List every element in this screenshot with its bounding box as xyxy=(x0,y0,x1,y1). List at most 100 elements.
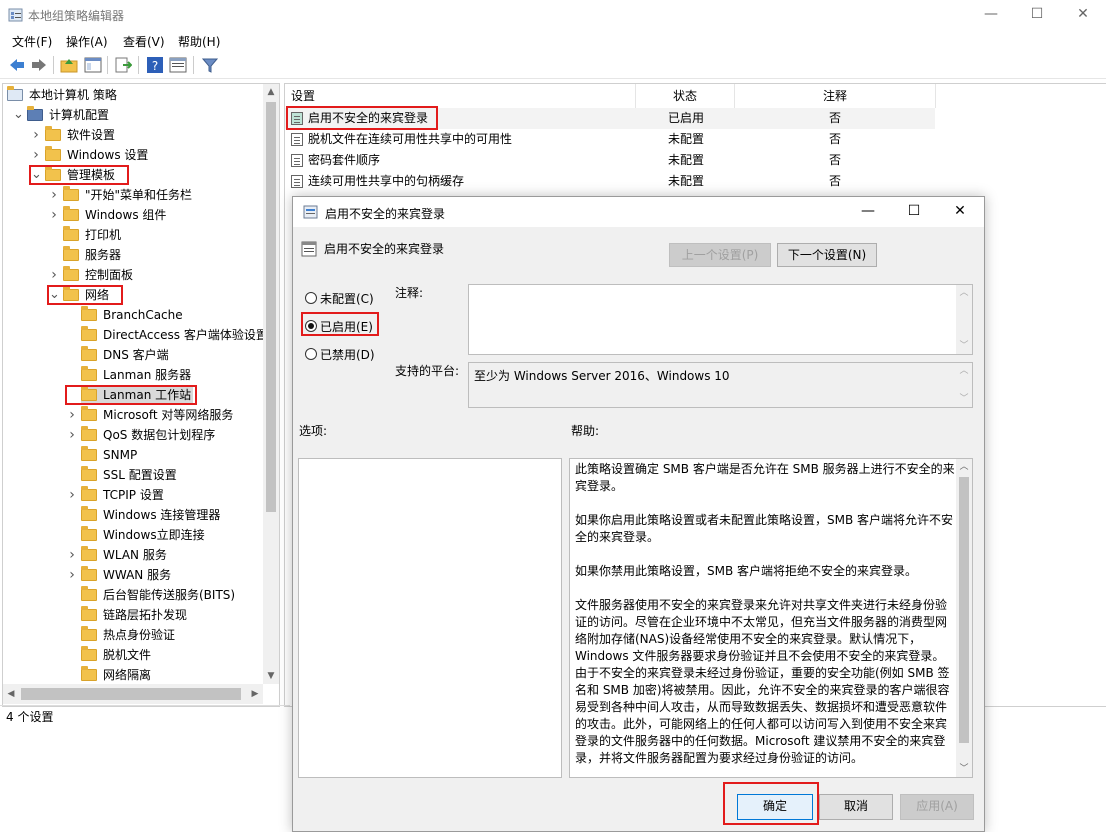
scroll-up-icon[interactable]: ▲ xyxy=(263,84,279,100)
tree-item[interactable]: › Microsoft 对等网络服务 xyxy=(3,405,261,425)
tree-item-label: 热点身份验证 xyxy=(103,628,176,642)
help-paragraph: 文件服务器使用不安全的来宾登录来允许对共享文件夹进行未经身份验证的访问。尽管在企… xyxy=(575,598,950,765)
back-arrow-icon[interactable] xyxy=(8,56,26,74)
tree-item[interactable]: Lanman 工作站 xyxy=(3,385,261,405)
collapsed-chevron-icon[interactable]: › xyxy=(67,425,77,445)
tree-horizontal-scrollbar[interactable]: ◀ ▶ xyxy=(3,684,263,704)
scroll-thumb[interactable] xyxy=(959,477,969,743)
next-setting-button[interactable]: 下一个设置(N) xyxy=(777,243,877,267)
forward-arrow-icon[interactable] xyxy=(30,56,48,74)
collapsed-chevron-icon[interactable]: › xyxy=(31,145,41,165)
radio-circle[interactable] xyxy=(305,348,317,360)
comment-scrollbar[interactable]: ︿ ﹀ xyxy=(956,285,972,354)
comment-textarea[interactable]: ︿ ﹀ xyxy=(468,284,973,355)
show-hide-tree-icon[interactable] xyxy=(84,56,102,74)
collapsed-chevron-icon[interactable]: › xyxy=(49,205,59,225)
tree-item[interactable]: 打印机 xyxy=(3,225,261,245)
filter-icon[interactable] xyxy=(201,56,219,74)
expanded-chevron-icon[interactable]: ⌄ xyxy=(13,105,24,125)
dialog-close-button[interactable]: ✕ xyxy=(937,197,983,227)
tree-item[interactable]: 热点身份验证 xyxy=(3,625,261,645)
tree-item[interactable]: › 控制面板 xyxy=(3,265,261,285)
scroll-up-icon[interactable]: ︿ xyxy=(956,459,972,475)
tree-item[interactable]: DNS 客户端 xyxy=(3,345,261,365)
column-header-state[interactable]: 状态 xyxy=(636,84,735,108)
up-folder-icon[interactable] xyxy=(60,56,78,74)
maximize-button[interactable]: ☐ xyxy=(1014,0,1060,30)
collapsed-chevron-icon[interactable]: › xyxy=(67,545,77,565)
tree-item[interactable]: SSL 配置设置 xyxy=(3,465,261,485)
tree-item[interactable]: 链路层拓扑发现 xyxy=(3,605,261,625)
export-list-icon[interactable] xyxy=(114,56,133,74)
dialog-minimize-button[interactable]: — xyxy=(845,197,891,227)
apply-button[interactable]: 应用(A) xyxy=(900,794,974,820)
close-button[interactable]: ✕ xyxy=(1060,0,1106,30)
tree-item[interactable]: › WLAN 服务 xyxy=(3,545,261,565)
dialog-maximize-button[interactable]: ☐ xyxy=(891,197,937,227)
scroll-down-icon[interactable]: ﹀ xyxy=(956,391,972,407)
tree-item[interactable]: › TCPIP 设置 xyxy=(3,485,261,505)
radio-disabled[interactable]: 已禁用(D) xyxy=(305,345,385,363)
collapsed-chevron-icon[interactable]: › xyxy=(49,265,59,285)
collapsed-chevron-icon[interactable]: › xyxy=(67,405,77,425)
radio-circle[interactable] xyxy=(305,292,317,304)
tree-item[interactable]: › WWAN 服务 xyxy=(3,565,261,585)
help-icon[interactable]: ? xyxy=(146,56,164,74)
list-item[interactable]: 启用不安全的来宾登录 已启用否 xyxy=(285,106,935,130)
tree-item[interactable]: › Windows 设置 xyxy=(3,145,261,165)
tree-item[interactable]: SNMP xyxy=(3,445,261,465)
scroll-down-icon[interactable]: ﹀ xyxy=(956,338,972,354)
scroll-up-icon[interactable]: ︿ xyxy=(956,285,972,301)
collapsed-chevron-icon[interactable]: › xyxy=(31,125,41,145)
prev-setting-button[interactable]: 上一个设置(P) xyxy=(669,243,771,267)
tree-item[interactable]: Windows立即连接 xyxy=(3,525,261,545)
menu-help[interactable]: 帮助(H) xyxy=(178,33,220,50)
column-header-comment[interactable]: 注释 xyxy=(735,84,936,108)
tree-item[interactable]: 后台智能传送服务(BITS) xyxy=(3,585,261,605)
scroll-up-icon[interactable]: ︿ xyxy=(956,363,972,379)
menu-file[interactable]: 文件(F) xyxy=(12,33,52,50)
tree-item[interactable]: 服务器 xyxy=(3,245,261,265)
setting-state: 未配置 xyxy=(668,153,705,167)
tree-item[interactable]: ⌄ 计算机配置 xyxy=(3,105,261,125)
tree-item[interactable]: BranchCache xyxy=(3,305,261,325)
collapsed-chevron-icon[interactable]: › xyxy=(67,485,77,505)
scroll-right-icon[interactable]: ▶ xyxy=(247,686,263,702)
scroll-down-icon[interactable]: ▼ xyxy=(263,668,279,684)
tree-item-label: DirectAccess 客户端体验设置 xyxy=(103,328,268,342)
radio-not-configured[interactable]: 未配置(C) xyxy=(305,289,385,307)
collapsed-chevron-icon[interactable]: › xyxy=(67,565,77,585)
scroll-left-icon[interactable]: ◀ xyxy=(3,686,19,702)
tree-item[interactable]: Windows 连接管理器 xyxy=(3,505,261,525)
tree-item[interactable]: › 软件设置 xyxy=(3,125,261,145)
scroll-thumb[interactable] xyxy=(266,102,276,512)
list-item[interactable]: 密码套件顺序 未配置 否 xyxy=(285,150,935,171)
scroll-down-icon[interactable]: ﹀ xyxy=(956,761,972,777)
tree-item[interactable]: 本地计算机 策略 xyxy=(3,85,261,105)
scroll-thumb[interactable] xyxy=(21,688,241,700)
column-header-setting[interactable]: 设置 xyxy=(285,84,636,108)
tree-item[interactable]: › "开始"菜单和任务栏 xyxy=(3,185,261,205)
tree-item[interactable]: ⌄ 管理模板 xyxy=(3,165,261,185)
list-item[interactable]: 脱机文件在连续可用性共享中的可用性 未配置 否 xyxy=(285,129,935,150)
properties-icon[interactable] xyxy=(169,56,187,74)
platform-scrollbar[interactable]: ︿ ﹀ xyxy=(956,363,972,407)
minimize-button[interactable]: — xyxy=(968,0,1014,30)
collapsed-chevron-icon[interactable]: › xyxy=(49,185,59,205)
menu-action[interactable]: 操作(A) xyxy=(66,33,108,50)
help-scrollbar[interactable]: ︿ ﹀ xyxy=(956,459,972,777)
tree-item-label: SNMP xyxy=(103,448,138,462)
tree-item[interactable]: ⌄ 网络 xyxy=(3,285,261,305)
menu-view[interactable]: 查看(V) xyxy=(123,33,165,50)
tree-item[interactable]: › Windows 组件 xyxy=(3,205,261,225)
setting-comment: 否 xyxy=(829,111,842,125)
folder-icon xyxy=(81,586,97,601)
tree-item[interactable]: › QoS 数据包计划程序 xyxy=(3,425,261,445)
tree-item[interactable]: DirectAccess 客户端体验设置 xyxy=(3,325,268,345)
tree-vertical-scrollbar[interactable]: ▲ ▼ xyxy=(263,84,279,684)
tree-item[interactable]: 脱机文件 xyxy=(3,645,261,665)
list-item[interactable]: 连续可用性共享中的句柄缓存 未配置 否 xyxy=(285,171,935,192)
cancel-button[interactable]: 取消 xyxy=(819,794,893,820)
tree-item[interactable]: 网络隔离 xyxy=(3,665,261,685)
tree-item[interactable]: Lanman 服务器 xyxy=(3,365,261,385)
